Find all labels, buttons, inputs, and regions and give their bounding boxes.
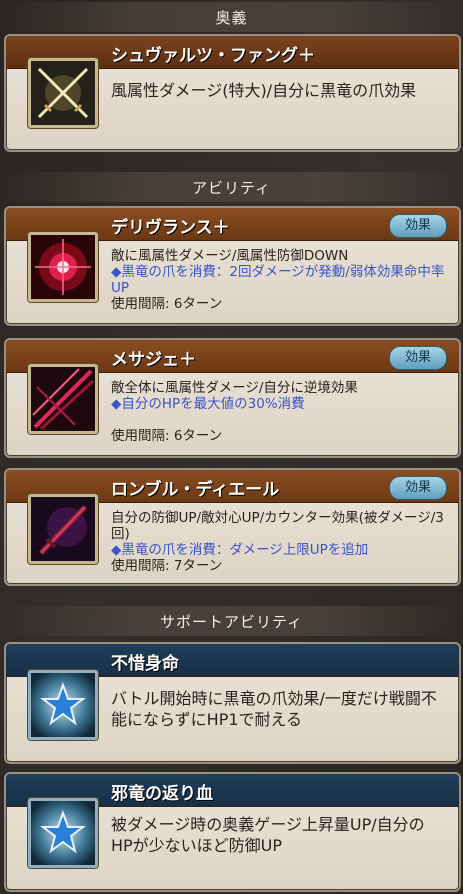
effect-button[interactable]: 効果 (389, 214, 447, 238)
section-title: アビリティ (191, 178, 272, 197)
ougi-card[interactable]: シュヴァルツ・ファング＋ 風属性ダメージ(特大)/自分に黒竜の爪効果 (4, 34, 461, 152)
effect-button[interactable]: 効果 (389, 346, 447, 370)
support-card-1: 不惜身命 バトル開始時に黒竜の爪効果/一度だけ戦闘不能にならずにHP1で耐える (4, 642, 461, 764)
support-card-2: 邪竜の返り血 被ダメージ時の奥義ゲージ上昇量UP/自分のHPが少ないほど防御UP (4, 772, 461, 892)
ability-title: デリヴランス＋ (111, 218, 230, 238)
section-header-ougi: 奥義 (0, 2, 463, 32)
red-burst-icon (28, 232, 98, 302)
ability-description: 自分の防御UP/敵対心UP/カウンター効果(被ダメージ/3回) (111, 510, 444, 542)
ability-description: 敵に風属性ダメージ/風属性防御DOWN (111, 248, 349, 264)
support-description: 被ダメージ時の奥義ゲージ上昇量UP/自分のHPが少ないほど防御UP (111, 815, 425, 855)
ability-interval: 使用間隔: 6ターン (111, 428, 223, 444)
ability-note: ◆黒竜の爪を消費：2回ダメージが発動/弱体効果命中率UP (111, 264, 445, 296)
ability-title: ロンブル・ディエール (111, 480, 280, 500)
effect-button[interactable]: 効果 (389, 476, 447, 500)
support-title: 不惜身命 (111, 654, 179, 674)
red-slash-icon (28, 364, 98, 434)
dark-sword-icon (28, 494, 98, 564)
ability-card-1[interactable]: デリヴランス＋ 効果 敵に風属性ダメージ/風属性防御DOWN ◆黒竜の爪を消費：… (4, 206, 461, 326)
ability-title: メサジェ＋ (111, 350, 196, 370)
ability-card-2[interactable]: メサジェ＋ 効果 敵全体に風属性ダメージ/自分に逆境効果 ◆自分のHPを最大値の… (4, 338, 461, 458)
star-icon (28, 798, 98, 868)
ability-note: ◆黒竜の爪を消費：ダメージ上限UPを追加 (111, 542, 369, 558)
star-icon (28, 670, 98, 740)
section-title: 奥義 (215, 8, 248, 27)
section-header-ability: アビリティ (0, 172, 463, 202)
ability-interval: 使用間隔: 6ターン (111, 296, 223, 312)
ability-card-3[interactable]: ロンブル・ディエール 効果 自分の防御UP/敵対心UP/カウンター効果(被ダメー… (4, 468, 461, 586)
support-title: 邪竜の返り血 (111, 784, 213, 804)
ability-interval: 使用間隔: 7ターン (111, 558, 223, 574)
ability-note: ◆自分のHPを最大値の30%消費 (111, 396, 305, 412)
section-title: サポートアビリティ (159, 612, 304, 631)
crossed-swords-icon (28, 58, 98, 128)
section-header-support: サポートアビリティ (0, 606, 463, 636)
ougi-title: シュヴァルツ・ファング＋ (111, 46, 315, 66)
ougi-description: 風属性ダメージ(特大)/自分に黒竜の爪効果 (111, 81, 417, 100)
ability-description: 敵全体に風属性ダメージ/自分に逆境効果 (111, 380, 358, 396)
support-description: バトル開始時に黒竜の爪効果/一度だけ戦闘不能にならずにHP1で耐える (111, 689, 437, 729)
